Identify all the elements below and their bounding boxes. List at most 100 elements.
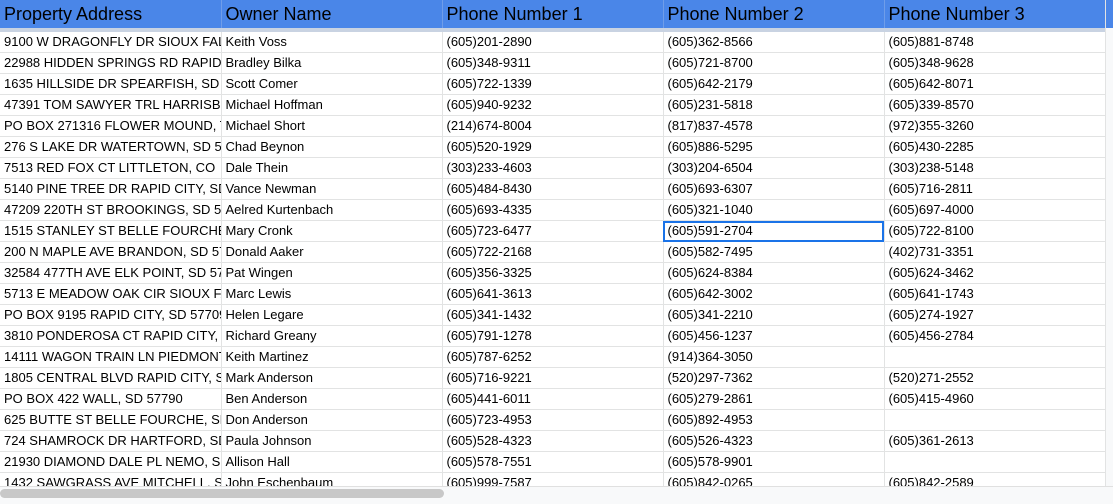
owner-name-cell[interactable]: Ben Anderson: [221, 388, 443, 410]
phone-3-cell[interactable]: (605)430-2285: [884, 136, 1106, 158]
owner-name-cell[interactable]: Michael Short: [221, 115, 443, 137]
phone-1-cell[interactable]: (605)723-4953: [442, 409, 664, 431]
owner-name-cell[interactable]: Mary Cronk: [221, 220, 443, 242]
owner-name-cell[interactable]: Helen Legare: [221, 304, 443, 326]
property-address-cell[interactable]: 276 S LAKE DR WATERTOWN, SD 57201: [0, 136, 222, 158]
property-address-cell[interactable]: 32584 477TH AVE ELK POINT, SD 57025: [0, 262, 222, 284]
phone-3-cell[interactable]: (605)642-8071: [884, 73, 1106, 95]
property-address-cell[interactable]: 5140 PINE TREE DR RAPID CITY, SD: [0, 178, 222, 200]
owner-name-cell[interactable]: Keith Voss: [221, 30, 443, 53]
column-header-property-address[interactable]: Property Address: [0, 0, 222, 32]
phone-3-cell[interactable]: (605)716-2811: [884, 178, 1106, 200]
owner-name-cell[interactable]: Dale Thein: [221, 157, 443, 179]
owner-name-cell[interactable]: Don Anderson: [221, 409, 443, 431]
phone-1-cell[interactable]: (605)641-3613: [442, 283, 664, 305]
phone-1-cell[interactable]: (605)722-2168: [442, 241, 664, 263]
property-address-cell[interactable]: 724 SHAMROCK DR HARTFORD, SD: [0, 430, 222, 452]
owner-name-cell[interactable]: Allison Hall: [221, 451, 443, 473]
phone-3-cell[interactable]: [884, 451, 1106, 473]
property-address-cell[interactable]: 5713 E MEADOW OAK CIR SIOUX FALLS: [0, 283, 222, 305]
owner-name-cell[interactable]: Aelred Kurtenbach: [221, 199, 443, 221]
phone-2-cell[interactable]: (605)591-2704: [663, 220, 885, 242]
phone-3-cell[interactable]: (303)238-5148: [884, 157, 1106, 179]
owner-name-cell[interactable]: Richard Greany: [221, 325, 443, 347]
horizontal-scrollbar[interactable]: [0, 486, 1113, 504]
property-address-cell[interactable]: 7513 RED FOX CT LITTLETON, CO: [0, 157, 222, 179]
phone-2-cell[interactable]: (605)456-1237: [663, 325, 885, 347]
phone-3-cell[interactable]: (972)355-3260: [884, 115, 1106, 137]
phone-1-cell[interactable]: (605)716-9221: [442, 367, 664, 389]
phone-1-cell[interactable]: (605)348-9311: [442, 52, 664, 74]
phone-2-cell[interactable]: (605)321-1040: [663, 199, 885, 221]
phone-2-cell[interactable]: (520)297-7362: [663, 367, 885, 389]
property-address-cell[interactable]: 47391 TOM SAWYER TRL HARRISBURG: [0, 94, 222, 116]
phone-3-cell[interactable]: (605)274-1927: [884, 304, 1106, 326]
column-header-phone-3[interactable]: Phone Number 3: [884, 0, 1106, 32]
phone-3-cell[interactable]: (402)731-3351: [884, 241, 1106, 263]
owner-name-cell[interactable]: Chad Beynon: [221, 136, 443, 158]
property-address-cell[interactable]: 200 N MAPLE AVE BRANDON, SD 57005: [0, 241, 222, 263]
property-address-cell[interactable]: PO BOX 271316 FLOWER MOUND, TX: [0, 115, 222, 137]
phone-1-cell[interactable]: (605)201-2890: [442, 30, 664, 53]
phone-1-cell[interactable]: (605)787-6252: [442, 346, 664, 368]
phone-2-cell[interactable]: (605)582-7495: [663, 241, 885, 263]
phone-1-cell[interactable]: (605)578-7551: [442, 451, 664, 473]
phone-3-cell[interactable]: (605)456-2784: [884, 325, 1106, 347]
property-address-cell[interactable]: 14111 WAGON TRAIN LN PIEDMONT, SD: [0, 346, 222, 368]
property-address-cell[interactable]: 1515 STANLEY ST BELLE FOURCHE, SD: [0, 220, 222, 242]
column-header-phone-2[interactable]: Phone Number 2: [663, 0, 885, 32]
phone-1-cell[interactable]: (605)520-1929: [442, 136, 664, 158]
property-address-cell[interactable]: 47209 220TH ST BROOKINGS, SD 57006: [0, 199, 222, 221]
property-address-cell[interactable]: 3810 PONDEROSA CT RAPID CITY, SD: [0, 325, 222, 347]
phone-1-cell[interactable]: (605)356-3325: [442, 262, 664, 284]
phone-3-cell[interactable]: [884, 346, 1106, 368]
owner-name-cell[interactable]: Keith Martinez: [221, 346, 443, 368]
owner-name-cell[interactable]: Pat Wingen: [221, 262, 443, 284]
phone-2-cell[interactable]: (605)721-8700: [663, 52, 885, 74]
owner-name-cell[interactable]: Scott Comer: [221, 73, 443, 95]
property-address-cell[interactable]: PO BOX 9195 RAPID CITY, SD 57709: [0, 304, 222, 326]
phone-1-cell[interactable]: (605)940-9232: [442, 94, 664, 116]
phone-3-cell[interactable]: (605)842-2589: [884, 472, 1106, 486]
owner-name-cell[interactable]: Michael Hoffman: [221, 94, 443, 116]
column-header-phone-1[interactable]: Phone Number 1: [442, 0, 664, 32]
property-address-cell[interactable]: 1432 SAWGRASS AVE MITCHELL, SD: [0, 472, 222, 486]
phone-3-cell[interactable]: (605)339-8570: [884, 94, 1106, 116]
phone-3-cell[interactable]: (605)415-4960: [884, 388, 1106, 410]
phone-3-cell[interactable]: (605)624-3462: [884, 262, 1106, 284]
phone-3-cell[interactable]: (520)271-2552: [884, 367, 1106, 389]
phone-3-cell[interactable]: [884, 409, 1106, 431]
phone-3-cell[interactable]: (605)722-8100: [884, 220, 1106, 242]
phone-2-cell[interactable]: (605)842-0265: [663, 472, 885, 486]
phone-2-cell[interactable]: (817)837-4578: [663, 115, 885, 137]
phone-2-cell[interactable]: (605)362-8566: [663, 30, 885, 53]
phone-1-cell[interactable]: (303)233-4603: [442, 157, 664, 179]
property-address-cell[interactable]: 1635 HILLSIDE DR SPEARFISH, SD: [0, 73, 222, 95]
phone-2-cell[interactable]: (605)886-5295: [663, 136, 885, 158]
phone-3-cell[interactable]: (605)697-4000: [884, 199, 1106, 221]
property-address-cell[interactable]: 9100 W DRAGONFLY DR SIOUX FALLS: [0, 30, 222, 53]
phone-2-cell[interactable]: (605)578-9901: [663, 451, 885, 473]
phone-1-cell[interactable]: (214)674-8004: [442, 115, 664, 137]
scrollbar-thumb[interactable]: [0, 489, 444, 498]
phone-2-cell[interactable]: (605)279-2861: [663, 388, 885, 410]
phone-2-cell[interactable]: (605)231-5818: [663, 94, 885, 116]
owner-name-cell[interactable]: Mark Anderson: [221, 367, 443, 389]
phone-1-cell[interactable]: (605)723-6477: [442, 220, 664, 242]
phone-2-cell[interactable]: (605)693-6307: [663, 178, 885, 200]
phone-1-cell[interactable]: (605)693-4335: [442, 199, 664, 221]
phone-1-cell[interactable]: (605)999-7587: [442, 472, 664, 486]
property-address-cell[interactable]: 22988 HIDDEN SPRINGS RD RAPID CITY: [0, 52, 222, 74]
phone-2-cell[interactable]: (605)341-2210: [663, 304, 885, 326]
phone-3-cell[interactable]: (605)641-1743: [884, 283, 1106, 305]
phone-1-cell[interactable]: (605)341-1432: [442, 304, 664, 326]
owner-name-cell[interactable]: Vance Newman: [221, 178, 443, 200]
property-address-cell[interactable]: 625 BUTTE ST BELLE FOURCHE, SD: [0, 409, 222, 431]
owner-name-cell[interactable]: Donald Aaker: [221, 241, 443, 263]
phone-2-cell[interactable]: (605)642-3002: [663, 283, 885, 305]
phone-2-cell[interactable]: (605)892-4953: [663, 409, 885, 431]
phone-3-cell[interactable]: (605)361-2613: [884, 430, 1106, 452]
phone-1-cell[interactable]: (605)441-6011: [442, 388, 664, 410]
owner-name-cell[interactable]: Bradley Bilka: [221, 52, 443, 74]
phone-2-cell[interactable]: (605)526-4323: [663, 430, 885, 452]
